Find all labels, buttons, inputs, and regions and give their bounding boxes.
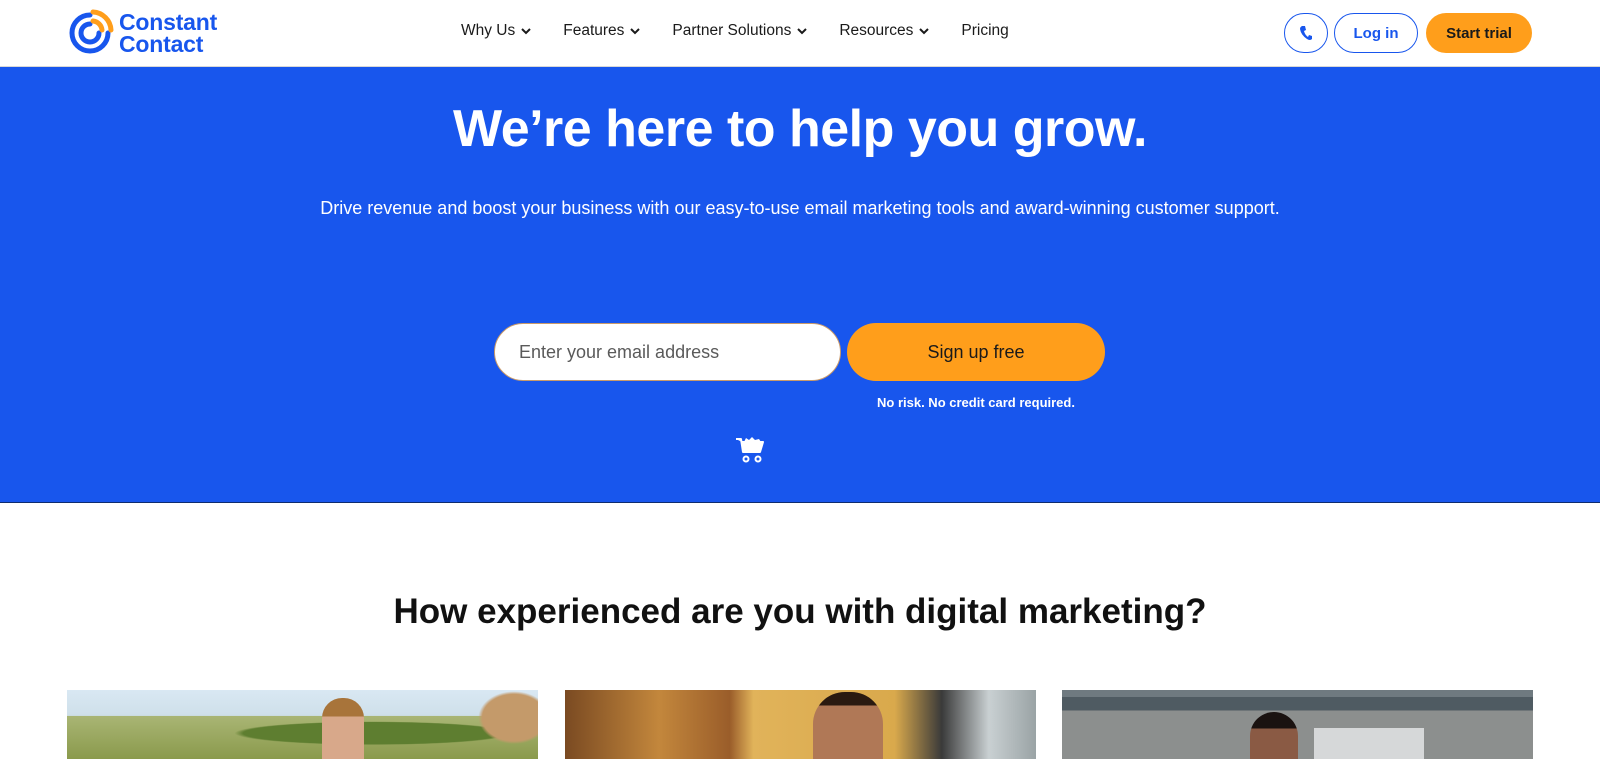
card-image-person [1250, 712, 1298, 759]
constant-contact-logo[interactable]: Constant Contact [66, 9, 217, 57]
logo-mark-icon [69, 9, 114, 54]
nav-features-label: Features [563, 22, 625, 39]
nav-pricing[interactable]: Pricing [961, 22, 1008, 40]
nav-why-us[interactable]: Why Us [461, 22, 531, 40]
hero-section: We’re here to help you grow. Drive reven… [0, 67, 1600, 503]
card-image-person [813, 692, 883, 759]
hero-subtitle: Drive revenue and boost your business wi… [320, 198, 1280, 218]
top-navigation-bar: Constant Contact Why Us Features Partner… [0, 0, 1600, 67]
hero-title: We’re here to help you grow. [453, 100, 1147, 158]
phone-icon [1300, 26, 1312, 40]
chevron-down-icon [919, 27, 930, 34]
chevron-down-icon [797, 27, 808, 34]
no-risk-disclaimer: No risk. No credit card required. [877, 395, 1075, 410]
nav-why-us-label: Why Us [461, 22, 516, 39]
nav-pricing-label: Pricing [961, 22, 1009, 39]
start-trial-button[interactable]: Start trial [1426, 13, 1532, 53]
nav-features[interactable]: Features [563, 22, 641, 40]
card-image-dog [458, 690, 538, 759]
nav-resources[interactable]: Resources [839, 22, 930, 40]
phone-button[interactable] [1284, 13, 1328, 53]
card-image-person [322, 698, 364, 759]
nav-partner-solutions-label: Partner Solutions [672, 22, 792, 39]
logo-text: Constant Contact [119, 9, 218, 57]
main-nav: Why Us Features Partner Solutions Resour… [461, 22, 1041, 40]
email-input[interactable] [494, 323, 841, 381]
logo-line-1: Constant [119, 9, 218, 35]
chevron-down-icon [630, 27, 641, 34]
card-image-laptop [1314, 728, 1424, 759]
experience-card-intermediate[interactable] [565, 690, 1036, 759]
login-button[interactable]: Log in [1334, 13, 1418, 53]
chevron-down-icon [521, 27, 531, 34]
experience-card-advanced[interactable] [1062, 690, 1533, 759]
logo-line-2: Contact [119, 31, 204, 57]
sign-up-free-button[interactable]: Sign up free [847, 323, 1105, 381]
experience-card-beginner[interactable] [67, 690, 538, 759]
nav-partner-solutions[interactable]: Partner Solutions [672, 22, 808, 40]
nav-resources-label: Resources [839, 22, 914, 39]
experience-question-heading: How experienced are you with digital mar… [393, 592, 1207, 631]
shopping-cart-icon [736, 437, 764, 463]
